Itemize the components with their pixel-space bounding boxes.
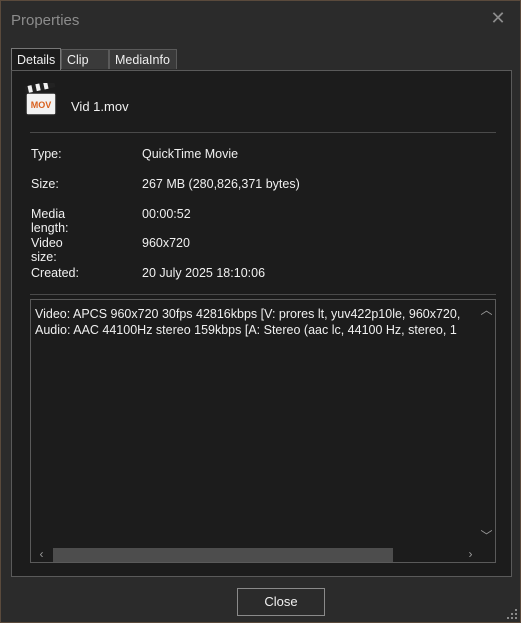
vertical-scrollbar[interactable]: ︿ ﹀ [478,300,495,545]
media-info-text[interactable]: Video: APCS 960x720 30fps 42816kbps [V: … [35,306,471,338]
detail-value: 267 MB (280,826,371 bytes) [142,177,300,191]
title-bar[interactable]: Properties ✕ [1,1,520,39]
file-name: Vid 1.mov [71,99,129,114]
media-info-textbox[interactable]: Video: APCS 960x720 30fps 42816kbps [V: … [30,299,496,563]
resize-grip-icon[interactable] [506,608,518,620]
close-button[interactable]: Close [237,588,325,616]
detail-label: Video size: [31,236,63,264]
detail-label: Type: [31,147,62,161]
divider [30,294,496,295]
detail-label: Created: [31,266,79,280]
detail-value: 960x720 [142,236,190,250]
divider [30,132,496,133]
detail-value: 20 July 2025 18:10:06 [142,266,266,280]
close-icon[interactable]: ✕ [490,9,506,27]
media-info-line: Audio: AAC 44100Hz stereo 159kbps [A: St… [35,323,457,337]
mov-icon-label: MOV [31,100,52,110]
detail-value: 00:00:52 [142,207,191,221]
tab-clip[interactable]: Clip [61,49,109,69]
tab-mediainfo[interactable]: MediaInfo [109,49,177,69]
scroll-up-icon[interactable]: ︿ [478,302,495,319]
horizontal-scrollbar[interactable]: ‹ › [31,545,479,562]
horizontal-scroll-thumb[interactable] [53,548,393,562]
detail-label: Size: [31,177,59,191]
mov-file-icon: MOV [24,80,58,117]
window-title: Properties [11,12,80,29]
scroll-down-icon[interactable]: ﹀ [478,528,495,545]
detail-value: QuickTime Movie [142,147,239,161]
media-info-line: Video: APCS 960x720 30fps 42816kbps [V: … [35,307,461,321]
scroll-left-icon[interactable]: ‹ [33,546,50,562]
scroll-right-icon[interactable]: › [462,546,479,562]
tab-details[interactable]: Details [11,48,61,70]
detail-label: Media length: [31,207,69,235]
details-panel: MOV Vid 1.mov Type: QuickTime Movie Size… [11,70,512,577]
